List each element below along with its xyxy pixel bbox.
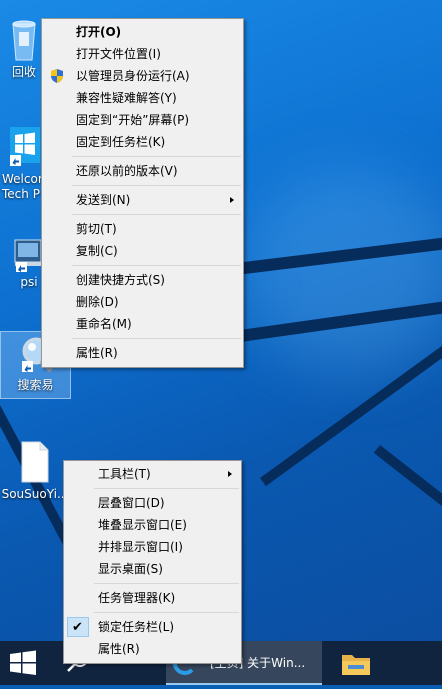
menu-item-label: 发送到(N): [76, 193, 131, 207]
menu-item-rename[interactable]: 重命名(M): [42, 313, 243, 335]
menu-item-label: 以管理员身份运行(A): [76, 69, 190, 83]
menu-item-pin-to-taskbar[interactable]: 固定到任务栏(K): [42, 131, 243, 153]
recycle-bin-icon: [7, 18, 41, 62]
menu-item-stack-windows[interactable]: 堆叠显示窗口(E): [64, 514, 241, 536]
menu-item-show-desktop[interactable]: 显示桌面(S): [64, 558, 241, 580]
menu-item-copy[interactable]: 复制(C): [42, 240, 243, 262]
menu-item-label: 固定到“开始”屏幕(P): [76, 113, 190, 127]
menu-item-label: 属性(R): [98, 642, 140, 656]
menu-item-task-manager[interactable]: 任务管理器(K): [64, 587, 241, 609]
taskbar-context-menu: 工具栏(T) 层叠窗口(D) 堆叠显示窗口(E) 并排显示窗口(I) 显示桌面(…: [63, 460, 242, 664]
menu-item-label: 堆叠显示窗口(E): [98, 518, 187, 532]
menu-item-label: 工具栏(T): [98, 467, 151, 481]
monitor-icon: [7, 238, 42, 272]
menu-item-label: 删除(D): [76, 295, 119, 309]
menu-item-toolbars[interactable]: 工具栏(T): [64, 463, 241, 485]
menu-item-label: 剪切(T): [76, 222, 117, 236]
windows-start-icon: [10, 650, 36, 675]
menu-item-delete[interactable]: 删除(D): [42, 291, 243, 313]
menu-separator: [72, 265, 241, 266]
menu-item-taskbar-properties[interactable]: 属性(R): [64, 638, 241, 660]
windows-logo-icon: [7, 125, 41, 169]
menu-item-label: 显示桌面(S): [98, 562, 163, 576]
folder-icon: [342, 655, 370, 675]
desktop-icon-sousuoyi-file[interactable]: SouSuoYi...: [0, 440, 70, 502]
menu-item-open-file-location[interactable]: 打开文件位置(I): [42, 43, 243, 65]
menu-item-label: 还原以前的版本(V): [76, 164, 178, 178]
wallpaper-beam: [373, 445, 442, 595]
menu-item-label: 固定到任务栏(K): [76, 135, 166, 149]
desktop-icon-label: psi: [20, 275, 38, 289]
menu-item-cut[interactable]: 剪切(T): [42, 218, 243, 240]
desktop-icon-label: 搜索易: [17, 378, 54, 392]
menu-item-label: 兼容性疑难解答(Y): [76, 91, 177, 105]
menu-item-label: 属性(R): [76, 346, 118, 360]
file-context-menu: 打开(O) 打开文件位置(I) 以管理员身份运行(A) 兼容性疑难解答(Y) 固…: [41, 18, 244, 368]
taskbar-explorer-button[interactable]: [334, 641, 378, 685]
menu-item-label: 层叠窗口(D): [98, 496, 165, 510]
uac-shield-icon: [49, 68, 65, 84]
menu-separator: [72, 185, 241, 186]
menu-item-lock-taskbar[interactable]: ✔ 锁定任务栏(L): [64, 616, 241, 638]
menu-item-side-by-side[interactable]: 并排显示窗口(I): [64, 536, 241, 558]
menu-item-label: 打开(O): [76, 25, 122, 39]
start-button[interactable]: [0, 641, 46, 685]
menu-item-compat-troubleshoot[interactable]: 兼容性疑难解答(Y): [42, 87, 243, 109]
menu-item-run-as-admin[interactable]: 以管理员身份运行(A): [42, 65, 243, 87]
menu-item-pin-to-start[interactable]: 固定到“开始”屏幕(P): [42, 109, 243, 131]
menu-item-create-shortcut[interactable]: 创建快捷方式(S): [42, 269, 243, 291]
submenu-arrow-icon: [228, 471, 232, 477]
menu-separator: [72, 214, 241, 215]
menu-item-properties[interactable]: 属性(R): [42, 342, 243, 364]
menu-item-cascade-windows[interactable]: 层叠窗口(D): [64, 492, 241, 514]
menu-separator: [94, 612, 239, 613]
file-icon: [18, 440, 52, 484]
menu-separator: [72, 156, 241, 157]
menu-item-label: 打开文件位置(I): [76, 47, 161, 61]
menu-item-restore-previous[interactable]: 还原以前的版本(V): [42, 160, 243, 182]
menu-item-label: 创建快捷方式(S): [76, 273, 165, 287]
menu-item-label: 并排显示窗口(I): [98, 540, 183, 554]
menu-item-label: 重命名(M): [76, 317, 132, 331]
desktop-icon-label: SouSuoYi...: [1, 487, 69, 501]
menu-separator: [72, 338, 241, 339]
menu-separator: [94, 488, 239, 489]
submenu-arrow-icon: [230, 197, 234, 203]
menu-item-label: 复制(C): [76, 244, 118, 258]
checkmark-icon: ✔: [72, 620, 83, 635]
menu-item-send-to[interactable]: 发送到(N): [42, 189, 243, 211]
menu-separator: [94, 583, 239, 584]
menu-item-label: 锁定任务栏(L): [98, 620, 175, 634]
desktop-icon-label: 回收: [11, 65, 36, 79]
menu-item-label: 任务管理器(K): [98, 591, 176, 605]
menu-item-open[interactable]: 打开(O): [42, 21, 243, 43]
